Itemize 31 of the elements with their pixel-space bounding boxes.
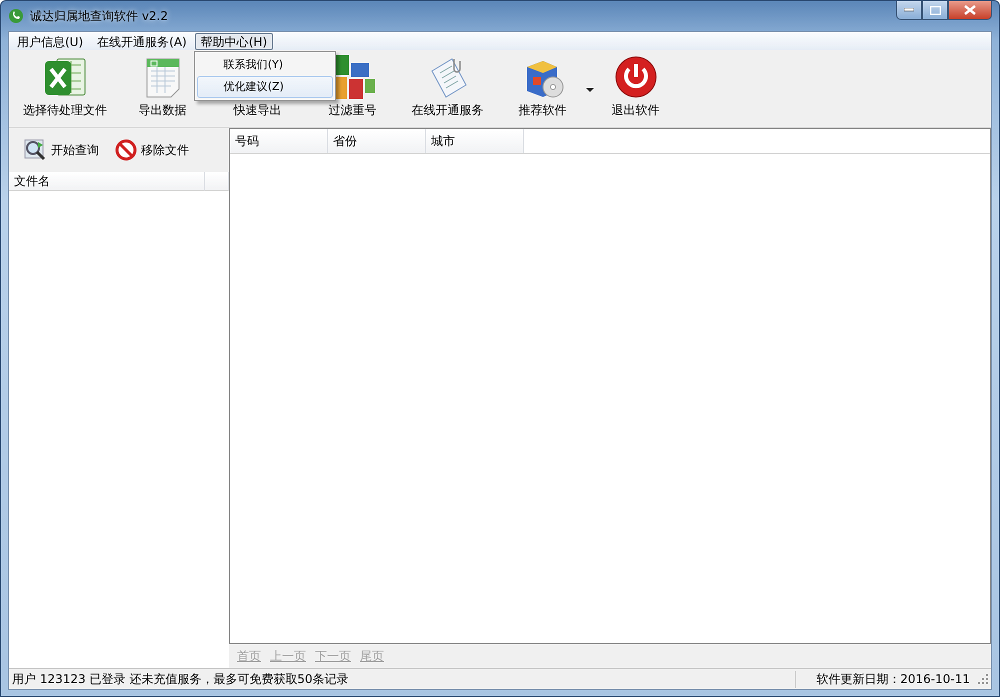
- column-header-blank: [205, 172, 229, 191]
- toolbar-button[interactable]: 导出数据: [136, 50, 188, 119]
- close-button[interactable]: [948, 1, 992, 20]
- status-text: 用户 123123 已登录 还未充值服务，最多可免费获取50条记录: [12, 670, 350, 688]
- column-header[interactable]: 城市: [426, 129, 524, 153]
- window-title: 诚达归属地查询软件 v2.2: [30, 8, 168, 25]
- maximize-icon: [930, 6, 940, 14]
- phone-icon: [8, 8, 24, 24]
- toolbar-button[interactable]: 推荐软件: [516, 50, 568, 119]
- caret-icon: [586, 88, 594, 92]
- column-header[interactable]: 省份: [328, 129, 426, 153]
- toolbar-button[interactable]: 选择待处理文件: [21, 50, 109, 119]
- update-date: 软件更新日期：2016-10-11: [795, 670, 970, 688]
- menu-option[interactable]: 优化建议(Z): [196, 76, 333, 98]
- menu-item[interactable]: 在线开通服务(A): [91, 32, 193, 50]
- power-icon: [614, 55, 658, 99]
- maximize-button[interactable]: [922, 1, 948, 20]
- toolbar-button[interactable]: 在线开通服务: [410, 50, 486, 119]
- column-header[interactable]: 文件名: [9, 172, 205, 191]
- menu-item[interactable]: 用户信息(U): [11, 32, 90, 50]
- search-icon: [23, 138, 47, 162]
- minimize-button[interactable]: [896, 1, 922, 20]
- resize-grip-icon[interactable]: [978, 674, 988, 684]
- panel-button[interactable]: 开始查询: [19, 136, 103, 164]
- prohibited-icon: [115, 139, 137, 161]
- minimize-icon: [904, 8, 914, 12]
- toolbar-button[interactable]: 退出软件: [610, 50, 662, 119]
- panel-button[interactable]: 移除文件: [111, 137, 193, 163]
- column-header[interactable]: 号码: [230, 129, 328, 153]
- close-icon: [964, 5, 976, 15]
- menu-item[interactable]: 帮助中心(H): [194, 32, 274, 50]
